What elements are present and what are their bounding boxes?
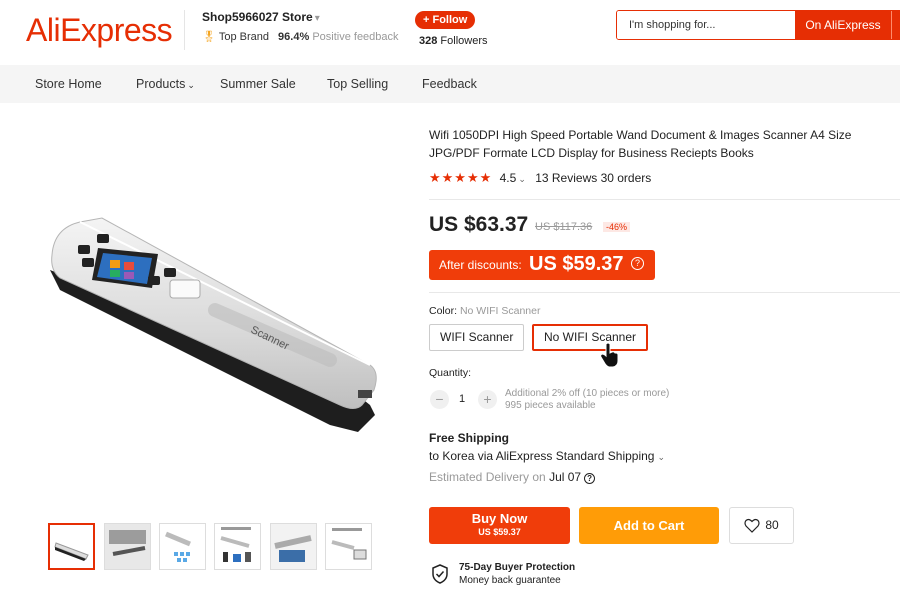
chevron-down-icon: ⌄ bbox=[187, 80, 195, 90]
shield-check-icon bbox=[432, 564, 448, 584]
nav-summer-sale[interactable]: Summer Sale bbox=[220, 77, 296, 91]
wishlist-count: 80 bbox=[765, 518, 779, 532]
thumbnail-5[interactable] bbox=[270, 523, 317, 570]
divider bbox=[429, 199, 900, 200]
nav-feedback-label: Feedback bbox=[422, 77, 477, 91]
option-no-wifi-scanner[interactable]: No WIFI Scanner bbox=[532, 324, 649, 351]
after-discount-label: After discounts: bbox=[439, 258, 522, 272]
after-discount-price: US $59.37 bbox=[529, 253, 624, 275]
delivery-date: Jul 07 bbox=[549, 470, 582, 484]
followers-count: 328 Followers bbox=[419, 35, 488, 47]
after-discount-banner: After discounts: US $59.37 ? bbox=[429, 250, 655, 280]
star-rating-icon: ★★★★★ bbox=[429, 170, 493, 185]
nav-top-selling[interactable]: Top Selling bbox=[327, 77, 388, 91]
thumbnail-3[interactable] bbox=[159, 523, 206, 570]
delivery-label: Estimated Delivery on bbox=[429, 470, 546, 484]
buy-now-label: Buy Now bbox=[471, 511, 528, 526]
nav-top-selling-label: Top Selling bbox=[327, 77, 389, 91]
help-icon[interactable]: ? bbox=[584, 473, 596, 484]
search-button[interactable]: On AliExpress bbox=[795, 11, 891, 39]
color-label: Color: No WIFI Scanner bbox=[429, 305, 540, 317]
store-nav: Store Home Products ⌄ Summer Sale Top Sel… bbox=[0, 65, 900, 103]
color-label-text: Color: bbox=[429, 305, 458, 317]
buyer-protection-subtitle: Money back guarantee bbox=[459, 575, 561, 586]
thumbnail-1[interactable] bbox=[48, 523, 95, 570]
followers-label: Followers bbox=[440, 35, 488, 47]
nav-summer-sale-label: Summer Sale bbox=[220, 77, 296, 91]
orders-count: 30 orders bbox=[600, 171, 652, 185]
nav-feedback[interactable]: Feedback bbox=[422, 77, 477, 91]
wishlist-button[interactable]: 80 bbox=[729, 507, 794, 544]
shipping-title: Free Shipping bbox=[429, 431, 510, 445]
current-price: US $63.37 bbox=[429, 213, 529, 236]
store-name-link[interactable]: Shop5966027 Store ▾ bbox=[202, 10, 399, 24]
search-input[interactable] bbox=[617, 11, 795, 39]
product-title: Wifi 1050DPI High Speed Portable Wand Do… bbox=[429, 128, 852, 160]
color-value: No WIFI Scanner bbox=[459, 305, 541, 317]
shipping-route[interactable]: to Korea via AliExpress Standard Shippin… bbox=[429, 449, 665, 463]
heart-icon bbox=[744, 518, 760, 533]
top-brand-badge: Top Brand bbox=[218, 31, 269, 43]
info-icon[interactable]: ? bbox=[631, 257, 644, 270]
estimated-delivery: Estimated Delivery on Jul 07? bbox=[429, 470, 596, 484]
nav-store-home[interactable]: Store Home bbox=[35, 77, 102, 91]
search-secondary-button[interactable] bbox=[891, 11, 900, 39]
nav-products[interactable]: Products ⌄ bbox=[136, 77, 195, 91]
store-name[interactable]: Shop5966027 Store bbox=[202, 10, 313, 24]
buy-now-price: US $59.37 bbox=[478, 527, 521, 537]
original-price: US $117.36 bbox=[535, 221, 593, 233]
thumbnail-2[interactable] bbox=[104, 523, 151, 570]
nav-store-home-label: Store Home bbox=[35, 77, 102, 91]
divider bbox=[429, 292, 900, 293]
store-info: Shop5966027 Store ▾ 🎖 Top Brand 96.4% Pos… bbox=[184, 10, 399, 50]
positive-feedback-pct: 96.4% bbox=[278, 31, 310, 43]
product-main-image[interactable]: Scanner bbox=[40, 200, 390, 440]
thumbnail-6[interactable] bbox=[325, 523, 372, 570]
discount-badge: -46% bbox=[603, 222, 631, 232]
medal-icon: 🎖 bbox=[202, 31, 216, 43]
thumbnail-4[interactable] bbox=[214, 523, 261, 570]
quantity-increase-button[interactable]: + bbox=[478, 390, 497, 409]
hand-cursor-icon bbox=[600, 342, 619, 368]
followers-number: 328 bbox=[419, 35, 438, 47]
chevron-down-icon[interactable]: ⌄ bbox=[657, 452, 665, 462]
chevron-down-icon[interactable]: ⌄ bbox=[518, 174, 526, 184]
shipping-route-text[interactable]: to Korea via AliExpress Standard Shippin… bbox=[429, 449, 654, 463]
quantity-decrease-button[interactable]: − bbox=[430, 390, 449, 409]
follow-button[interactable]: + Follow bbox=[415, 11, 476, 29]
rating-row: ★★★★★ 4.5 ⌄ 13 Reviews 30 orders bbox=[429, 170, 651, 186]
buyer-protection-title: 75-Day Buyer Protection bbox=[459, 562, 576, 573]
quantity-value[interactable]: 1 bbox=[459, 393, 465, 405]
nav-products-label: Products bbox=[136, 77, 186, 91]
rating-score[interactable]: 4.5 bbox=[500, 171, 517, 185]
search-bar: On AliExpress bbox=[616, 10, 900, 40]
quantity-notes: Additional 2% off (10 pieces or more) 99… bbox=[505, 388, 669, 412]
chevron-down-icon[interactable]: ▾ bbox=[315, 13, 320, 24]
option-wifi-scanner[interactable]: WIFI Scanner bbox=[429, 324, 525, 351]
aliexpress-logo[interactable]: AliExpress bbox=[26, 12, 173, 49]
reviews-link[interactable]: 13 Reviews bbox=[535, 171, 597, 185]
stock-note: 995 pieces available bbox=[505, 400, 596, 411]
bulk-discount-note: Additional 2% off (10 pieces or more) bbox=[505, 388, 670, 399]
store-meta: 🎖 Top Brand 96.4% Positive feedback bbox=[202, 30, 399, 43]
positive-feedback-label: Positive feedback bbox=[312, 31, 399, 43]
buy-now-button[interactable]: Buy Now US $59.37 bbox=[429, 507, 570, 544]
add-to-cart-button[interactable]: Add to Cart bbox=[579, 507, 719, 544]
site-header: AliExpress Shop5966027 Store ▾ 🎖 Top Bran… bbox=[0, 0, 900, 60]
quantity-label: Quantity: bbox=[429, 367, 472, 379]
